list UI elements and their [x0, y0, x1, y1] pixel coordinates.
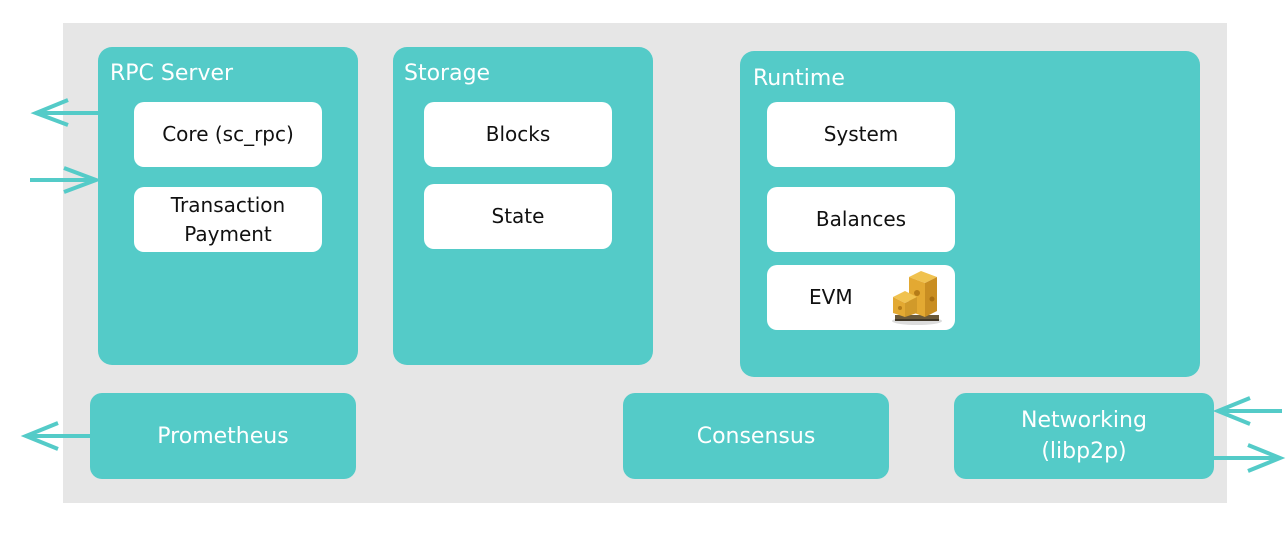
networking-out-arrow	[1214, 443, 1286, 473]
prometheus-out-arrow	[20, 421, 90, 451]
networking-in-arrow	[1212, 396, 1282, 426]
rpc-out-arrow	[30, 98, 98, 127]
arrows-layer	[20, 98, 1286, 473]
rpc-in-arrow	[30, 166, 102, 194]
